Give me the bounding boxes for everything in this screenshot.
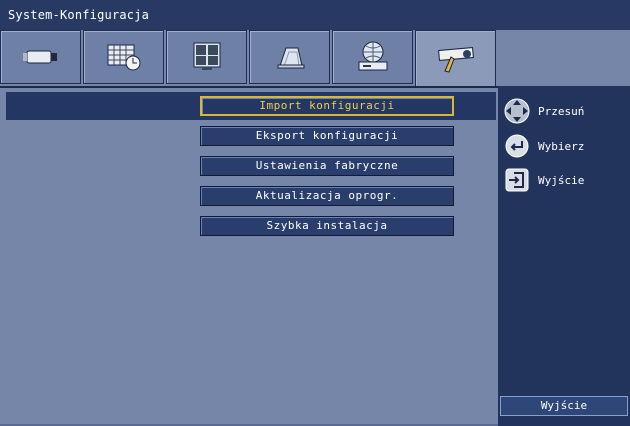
dpad-icon — [502, 98, 532, 124]
menu-item-export-config[interactable]: Eksport konfiguracji — [200, 126, 454, 146]
schedule-icon — [107, 44, 140, 71]
hint-select: Wybierz — [502, 133, 584, 159]
menu-item-factory-settings[interactable]: Ustawienia fabryczne — [200, 156, 454, 176]
tab-tools[interactable] — [415, 30, 496, 86]
tools-icon — [437, 46, 474, 73]
menu-item-import-config[interactable]: Import konfiguracji — [200, 96, 454, 116]
tab-monitor[interactable] — [166, 30, 247, 84]
exit-button[interactable]: Wyjście — [500, 396, 628, 416]
camera-icon — [22, 50, 57, 64]
network-icon — [358, 41, 387, 71]
tab-underline — [0, 86, 498, 88]
hint-move: Przesuń — [502, 98, 584, 124]
monitor-icon — [193, 42, 220, 70]
tab-camera[interactable] — [0, 30, 81, 84]
hint-panel: Przesuń Wybierz Wyjście Wyjście — [498, 86, 630, 426]
tab-schedule[interactable] — [83, 30, 164, 84]
tab-network[interactable] — [332, 30, 413, 84]
exit-icon — [502, 167, 532, 193]
window-title: System-Konfiguracja — [8, 8, 150, 22]
tab-recording[interactable] — [249, 30, 330, 84]
hint-move-label: Przesuń — [538, 104, 585, 118]
recording-icon — [277, 47, 304, 69]
enter-icon — [502, 133, 532, 159]
hint-exit: Wyjście — [502, 167, 584, 193]
title-bar: System-Konfiguracja — [0, 0, 630, 30]
hint-select-label: Wybierz — [538, 139, 585, 153]
tab-bar — [0, 30, 498, 86]
menu-item-quick-install[interactable]: Szybka instalacja — [200, 216, 454, 236]
system-config-screen: System-Konfiguracja Import konfiguracji … — [0, 0, 630, 426]
hint-exit-label: Wyjście — [538, 173, 585, 187]
menu-item-firmware-update[interactable]: Aktualizacja oprogr. — [200, 186, 454, 206]
